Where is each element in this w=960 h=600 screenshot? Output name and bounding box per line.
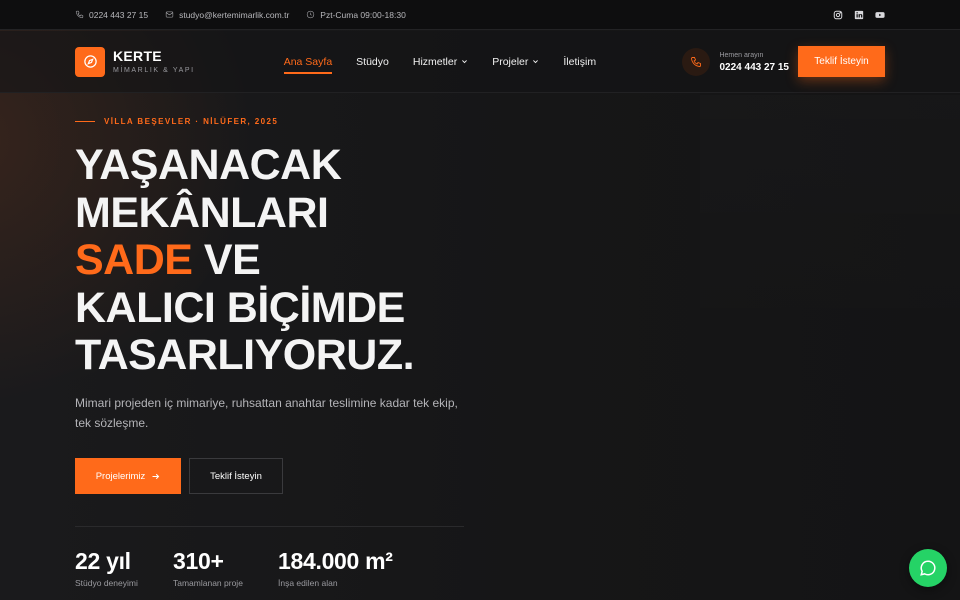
headline-line-1: YAŞANACAK <box>75 141 342 189</box>
stat-projects: 310+ Tamamlanan proje <box>173 547 243 588</box>
hero-eyebrow: VİLLA BEŞEVLER · NİLÜFER, 2025 <box>75 117 278 126</box>
request-quote-button[interactable]: Teklif İsteyin <box>798 46 885 77</box>
stat-experience: 22 yıl Stüdyo deneyimi <box>75 547 138 588</box>
eyebrow-text: VİLLA BEŞEVLER · NİLÜFER, 2025 <box>104 117 279 126</box>
hero-lead: Mimari projeden iç mimariye, ruhsattan a… <box>75 396 458 430</box>
stat-label: Stüdyo deneyimi <box>75 578 138 588</box>
hero-image-area <box>700 95 960 355</box>
hero-headline: YAŞANACAK MEKÂNLARI SADE VE KALICI BİÇİM… <box>75 141 495 380</box>
nav-item-studio[interactable]: Stüdyo <box>356 56 389 68</box>
mail-icon <box>165 11 174 18</box>
logo[interactable] <box>75 46 105 77</box>
nav-item-home[interactable]: Ana Sayfa <box>283 55 333 74</box>
projects-button[interactable]: Projelerimiz <box>75 458 181 494</box>
nav-item-label: Projeler <box>492 55 529 68</box>
youtube-icon[interactable] <box>874 9 885 20</box>
headline-line-4: KALICI BİÇİMDE <box>75 283 405 332</box>
call-icon-wrap <box>682 47 711 76</box>
eyebrow-line <box>75 121 95 122</box>
headline-accent: SADE <box>75 236 193 284</box>
chat-button[interactable] <box>909 549 947 587</box>
nav-item-contact[interactable]: İletişim <box>563 56 596 68</box>
topbar-phone-text: 0224 443 27 15 <box>89 9 149 20</box>
arrow-right-icon <box>152 473 160 479</box>
social-links <box>832 9 885 20</box>
nav-item-label: Hizmetler <box>412 55 458 68</box>
headline-line-3: VE <box>192 236 261 284</box>
brand-name: KERTE <box>113 48 162 64</box>
stat-label: İnşa edilen alan <box>278 578 338 588</box>
stat-area: 184.000 m² İnşa edilen alan <box>278 547 393 588</box>
topbar-phone[interactable]: 0224 443 27 15 <box>75 10 148 20</box>
brand-tagline: MİMARLIK & YAPI <box>113 67 195 74</box>
stat-label: Tamamlanan proje <box>173 578 243 588</box>
call-number: 0224 443 27 15 <box>719 61 789 73</box>
stats-divider <box>75 526 464 527</box>
stat-value: 184.000 m² <box>278 548 393 574</box>
nav-item-label: Ana Sayfa <box>283 55 333 68</box>
topbar-hours: Pzt-Cuma 09:00-18:30 <box>306 10 406 20</box>
headline-line-2: MEKÂNLARI <box>75 188 329 237</box>
clock-icon <box>307 10 315 19</box>
chevron-down-icon <box>462 60 468 64</box>
headline-line-5: TASARLIYORUZ. <box>75 331 415 379</box>
nav-item-services[interactable]: Hizmetler <box>413 56 468 68</box>
phone-icon <box>75 10 84 19</box>
top-info-bar: 0224 443 27 15 studyo@kertemimarlik.com.… <box>0 0 960 30</box>
phone-icon <box>691 56 702 67</box>
topbar-email[interactable]: studyo@kertemimarlik.com.tr <box>165 10 289 20</box>
logo-text[interactable]: KERTE MİMARLIK & YAPI <box>113 48 195 75</box>
hero-quote-button[interactable]: Teklif İsteyin <box>189 458 283 494</box>
call-label: Hemen arayın <box>719 51 764 59</box>
nav-menu: Ana Sayfa Stüdyo Hizmetler Projeler İlet… <box>283 55 596 74</box>
chevron-down-icon <box>533 60 539 64</box>
nav-item-label: İletişim <box>563 55 597 68</box>
nav-item-projects[interactable]: Projeler <box>492 56 539 68</box>
chat-icon <box>920 560 936 576</box>
main-navigation: KERTE MİMARLIK & YAPI Ana Sayfa Stüdyo H… <box>0 31 960 93</box>
nav-item-label: Stüdyo <box>356 55 389 68</box>
compass-icon <box>83 55 97 68</box>
stat-value: 22 yıl <box>75 548 131 574</box>
stat-value: 310+ <box>173 548 224 574</box>
topbar-email-text: studyo@kertemimarlik.com.tr <box>179 9 290 20</box>
instagram-icon[interactable] <box>832 9 843 20</box>
linkedin-icon[interactable] <box>853 9 864 20</box>
projects-button-label: Projelerimiz <box>95 470 146 482</box>
topbar-hours-text: Pzt-Cuma 09:00-18:30 <box>320 9 406 20</box>
hero-quote-button-label: Teklif İsteyin <box>210 470 262 482</box>
call-block[interactable]: Hemen arayın 0224 443 27 15 <box>682 47 789 76</box>
